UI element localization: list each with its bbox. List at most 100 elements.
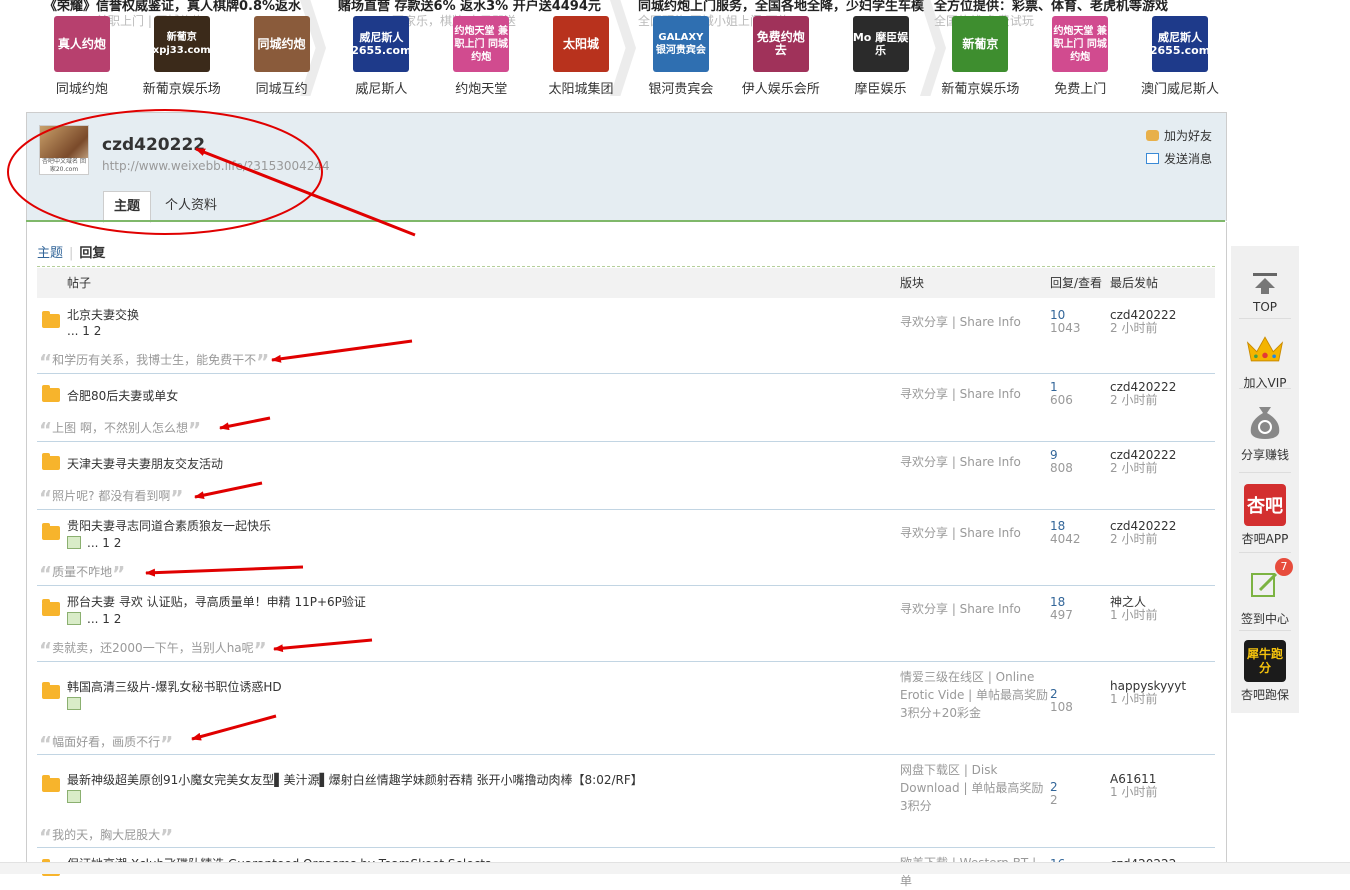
thread-forum[interactable]: 寻欢分享 | Share Info (900, 453, 1050, 471)
ad-item[interactable]: 约炮天堂 兼职上门 同城约炮 约炮天堂 (431, 14, 531, 100)
divider (1239, 318, 1291, 319)
thread-title[interactable]: 贵阳夫妻寻志同道合素质狼友一起快乐 (67, 517, 271, 534)
thread-forum[interactable]: 寻欢分享 | Share Info (900, 524, 1050, 542)
view-count: 2 (1050, 793, 1058, 807)
quote-close-icon: ” (160, 825, 174, 849)
ad-item[interactable]: 真人约炮 同城约炮 (32, 14, 132, 100)
thread-forum[interactable]: 寻欢分享 | Share Info (900, 600, 1050, 618)
ad-caption: 银河贵宾会 (648, 82, 714, 97)
ad-item[interactable]: GALAXY 银河贵宾会 银河贵宾会 (631, 14, 731, 100)
quote-open-icon: “ (39, 418, 53, 442)
reply-quote-text[interactable]: 幅面好看，画质不行 (52, 735, 160, 749)
ad-item[interactable]: 威尼斯人 2655.com 威尼斯人 (331, 14, 431, 100)
reply-quote-text[interactable]: 质量不咋地 (52, 565, 112, 579)
ad-caption: 澳门威尼斯人 (1141, 82, 1220, 97)
profile-actions: 加为好友 发送消息 (1145, 127, 1212, 173)
folder-icon (42, 523, 60, 540)
ad-image: 约炮天堂 兼职上门 同城约炮 (1052, 16, 1109, 72)
quote-close-icon: ” (253, 638, 267, 662)
reply-quote-text[interactable]: 照片呢? 都没有看到啊 (52, 489, 170, 503)
quote-open-icon: “ (39, 825, 53, 849)
thread-forum[interactable]: 寻欢分享 | Share Info (900, 385, 1050, 403)
thread-pages-label[interactable]: ... 1 2 (87, 536, 121, 550)
tab-profile[interactable]: 个人资料 (155, 191, 227, 221)
ad-caption: 伊人娱乐会所 (741, 82, 820, 97)
report-logo-icon: 犀牛跑分 (1244, 640, 1286, 682)
ad-caption: 摩臣娱乐 (854, 82, 907, 97)
ad-item[interactable]: 威尼斯人 2655.com 澳门威尼斯人 (1130, 14, 1230, 100)
ad-caption: 免费上门 (1054, 82, 1107, 97)
last-time[interactable]: 1 小时前 (1110, 786, 1157, 799)
folder-icon (42, 453, 60, 470)
ad-item[interactable]: 太阳城 太阳城集团 (531, 14, 631, 100)
folder-icon (42, 682, 60, 699)
header-last-post: 最后发帖 (1110, 276, 1159, 290)
last-time[interactable]: 2 小时前 (1110, 322, 1176, 335)
tab-topics[interactable]: 主题 (103, 191, 152, 223)
checkin-button[interactable]: 7 签到中心 (1231, 558, 1299, 627)
reply-view-count: 22 (1050, 781, 1058, 807)
reply-quote: “我的天，胸大屁股大” (39, 825, 173, 849)
ad-image: 新葡京 (952, 16, 1009, 72)
report-button[interactable]: 犀牛跑分 杏吧跑保 (1231, 640, 1299, 703)
ad-item[interactable]: 新葡京 新葡京娱乐场 (930, 14, 1030, 100)
profile-url[interactable]: http://www.weixebb.life/?3153004244 (102, 159, 330, 173)
reply-quote-text[interactable]: 上图 啊，不然别人怎么想 (52, 421, 188, 435)
thread-title[interactable]: 韩国高清三级片-爆乳女秘书职位诱惑HD (67, 678, 282, 695)
ad-item[interactable]: 新葡京 xpj33.com 新葡京娱乐场 (132, 14, 232, 100)
ad-caption: 威尼斯人 (355, 82, 408, 97)
last-post: 神之人 1 小时前 (1110, 596, 1157, 622)
ad-image: 新葡京 xpj33.com (153, 16, 210, 72)
thread-pages-label[interactable]: ... 1 2 (87, 612, 121, 626)
username[interactable]: czd420222 (102, 135, 205, 155)
back-to-top-button[interactable]: TOP (1231, 270, 1299, 314)
thread-title[interactable]: 北京夫妻交换 (67, 306, 139, 323)
quote-open-icon: “ (39, 486, 53, 510)
quote-open-icon: “ (39, 562, 53, 586)
subtab-replies[interactable]: 回复 (79, 246, 105, 261)
share-earn-button[interactable]: 分享赚钱 (1231, 400, 1299, 463)
subtab-topics[interactable]: 主题 (37, 246, 63, 261)
handshake-icon (1145, 130, 1159, 141)
thread-title[interactable]: 合肥80后夫妻或单女 (67, 387, 178, 404)
table-row: 最新神级超美原创91小魔女完美女友型▌美汁源▌爆射白丝情趣学妹颜射吞精 张开小嘴… (37, 755, 1215, 849)
thread-forum[interactable]: 情爱三级在线区 | Online Erotic Vide | 单帖最高奖励3积分… (900, 668, 1050, 722)
ad-image: 真人约炮 (53, 16, 110, 72)
crown-icon (1244, 328, 1286, 370)
image-attachment-icon (67, 536, 81, 549)
send-message-button[interactable]: 发送消息 (1145, 150, 1212, 167)
join-vip-button[interactable]: 加入VIP (1231, 328, 1299, 391)
last-time[interactable]: 2 小时前 (1110, 394, 1176, 407)
ad-item[interactable]: 约炮天堂 兼职上门 同城约炮免费上门 (1030, 14, 1130, 100)
last-time[interactable]: 1 小时前 (1110, 693, 1186, 706)
view-count: 108 (1050, 700, 1073, 714)
horizontal-scrollbar[interactable] (0, 862, 1350, 874)
thread-title[interactable]: 天津夫妻寻夫妻朋友交友活动 (67, 455, 223, 472)
add-friend-button[interactable]: 加为好友 (1145, 127, 1212, 144)
thread-title[interactable]: 邢台夫妻 寻欢 认证贴，寻高质量单！申精 11P+6P验证 (67, 593, 366, 610)
ad-item[interactable]: 同城约炮 同城互约 (232, 14, 332, 100)
last-time[interactable]: 2 小时前 (1110, 533, 1176, 546)
reply-view-count: 10 1043 (1050, 309, 1081, 335)
thread-forum[interactable]: 寻欢分享 | Share Info (900, 313, 1050, 331)
thread-title[interactable]: 最新神级超美原创91小魔女完美女友型▌美汁源▌爆射白丝情趣学妹颜射吞精 张开小嘴… (67, 771, 643, 788)
last-time[interactable]: 1 小时前 (1110, 609, 1157, 622)
avatar[interactable]: 杏吧中文域名 回家20.com (39, 125, 89, 175)
thread-pages[interactable]: ... 1 2 (67, 324, 101, 338)
ad-item[interactable]: 免费约炮去 伊人娱乐会所 (731, 14, 831, 100)
table-header: 帖子 版块 回复/查看 最后发帖 (37, 268, 1215, 298)
table-row: 天津夫妻寻夫妻朋友交友活动 “照片呢? 都没有看到啊” 寻欢分享 | Share… (37, 442, 1215, 510)
reply-quote-text[interactable]: 我的天，胸大屁股大 (52, 828, 160, 842)
ad-item[interactable]: Mo 摩臣娱乐 摩臣娱乐 (831, 14, 931, 100)
reply-quote: “卖就卖，还2000一下午，当别人ha呢” (39, 638, 267, 662)
app-button[interactable]: 杏吧 杏吧APP (1231, 484, 1299, 547)
last-post: czd420222 2 小时前 (1110, 449, 1176, 475)
last-post: czd420222 2 小时前 (1110, 309, 1176, 335)
notification-badge: 7 (1275, 558, 1293, 576)
reply-quote-text[interactable]: 和学历有关系，我博士生，能免费干不 (52, 353, 256, 367)
thread-forum[interactable]: 网盘下载区 | Disk Download | 单帖最高奖励3积分 (900, 761, 1050, 815)
folder-icon (42, 599, 60, 616)
quote-open-icon: “ (39, 350, 53, 374)
last-time[interactable]: 2 小时前 (1110, 462, 1176, 475)
reply-quote-text[interactable]: 卖就卖，还2000一下午，当别人ha呢 (52, 641, 254, 655)
